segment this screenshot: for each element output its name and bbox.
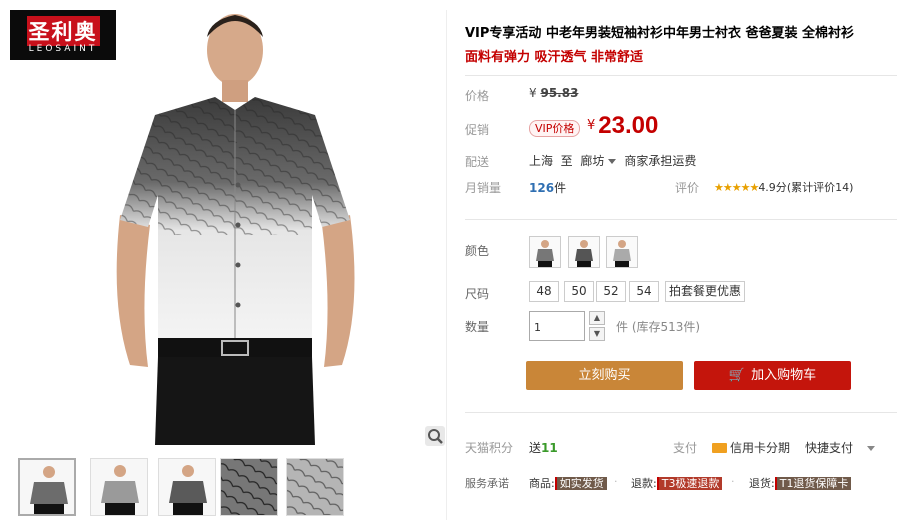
quantity-input[interactable]: 1 (529, 311, 585, 341)
service-tag[interactable]: T3极速退款 (656, 477, 723, 490)
payment-label: 支付 (673, 441, 698, 455)
thumbnail-image (30, 466, 68, 514)
sale-price: ¥23.00 (587, 112, 658, 140)
color-swatch-image (575, 240, 593, 267)
magnifier-icon (428, 429, 443, 444)
buy-now-button[interactable]: 立刻购买 (526, 361, 683, 390)
thumbnail-4[interactable] (220, 458, 278, 516)
sales-count: 126 (529, 181, 555, 195)
monthly-sales-label: 月销量 (465, 181, 502, 195)
original-price: ¥ 95.83 (529, 86, 578, 100)
main-product-image[interactable] (100, 5, 370, 445)
fabric-detail-image (287, 459, 343, 515)
service-tag[interactable]: T1退货保障卡 (774, 477, 852, 490)
service-item-3: 退货: T1退货保障卡 (749, 475, 852, 491)
thumbnail-1[interactable] (18, 458, 76, 516)
color-option-2[interactable] (568, 236, 600, 268)
original-price-value: 95.83 (540, 86, 579, 100)
product-subtitle: 面料有弹力 吸汗透气 非常舒适 (465, 50, 644, 65)
brand-name-cn: 圣利奥 (26, 16, 100, 46)
shipping-fee-note: 商家承担运费 (624, 154, 697, 168)
cart-icon: 🛒 (728, 368, 746, 383)
divider (465, 75, 897, 76)
service-label: 服务承诺 (465, 477, 509, 490)
bundle-discount-option[interactable]: 拍套餐更优惠 (665, 281, 745, 302)
tmall-points: 送11 (529, 439, 558, 456)
thumbnail-3[interactable] (158, 458, 216, 516)
add-to-cart-label: 加入购物车 (751, 368, 817, 383)
shipping-info: 上海 至 廊坊 商家承担运费 (529, 152, 696, 169)
separator: · (614, 475, 618, 488)
product-detail-panel: VIP专享活动 中老年男装短袖衬衫中年男士衬衣 爸爸夏装 全棉衬衫 面料有弹力 … (465, 0, 900, 525)
rating[interactable]: ★★★★★4.9分(累计评价14) (714, 179, 853, 195)
divider (465, 412, 897, 413)
service-prefix: 退款: (631, 477, 657, 490)
color-option-1[interactable] (529, 236, 561, 268)
chevron-down-icon (867, 446, 876, 451)
thumbnail-5[interactable] (286, 458, 344, 516)
points-prefix: 送 (529, 441, 542, 455)
color-swatch-image (536, 240, 554, 267)
selected-arrow-icon (42, 458, 54, 459)
currency-symbol: ¥ (529, 86, 537, 100)
star-rating-icon: ★★★★★ (714, 181, 759, 194)
product-gallery: 圣利奥 LEOSAINT (0, 0, 450, 525)
add-to-cart-button[interactable]: 🛒 加入购物车 (694, 361, 851, 390)
vip-price-badge: VIP价格 (529, 120, 581, 137)
rating-label: 评价 (675, 181, 700, 195)
stock-info: 件 (库存513件) (616, 320, 701, 334)
quantity-decrease-button[interactable]: ▼ (589, 327, 605, 341)
thumbnail-image (101, 465, 139, 515)
color-label: 颜色 (465, 244, 490, 258)
service-prefix: 商品: (529, 477, 555, 490)
points-value: 11 (541, 441, 558, 455)
size-option-50[interactable]: 50 (564, 281, 594, 302)
credit-card-icon (712, 443, 727, 453)
review-count-link[interactable]: (累计评价14) (787, 181, 854, 194)
fabric-detail-image (221, 459, 277, 515)
tmall-points-label: 天猫积分 (465, 441, 514, 455)
credit-installment[interactable]: 信用卡分期 (712, 439, 790, 456)
product-title: VIP专享活动 中老年男装短袖衬衫中年男士衬衣 爸爸夏装 全棉衬衫 (465, 26, 855, 41)
separator: · (731, 475, 735, 488)
color-swatch-image (613, 240, 631, 267)
service-item-1: 商品: 如实发货 (529, 475, 607, 491)
panel-divider (446, 10, 447, 520)
size-label: 尺码 (465, 287, 490, 301)
chevron-down-icon[interactable] (608, 159, 617, 164)
shipping-label: 配送 (465, 155, 490, 169)
service-prefix: 退货: (749, 477, 775, 490)
quantity-label: 数量 (465, 320, 490, 334)
size-option-54[interactable]: 54 (629, 281, 659, 302)
service-item-2: 退款: T3极速退款 (631, 475, 723, 491)
color-option-3[interactable] (606, 236, 638, 268)
sale-price-value: 23.00 (598, 112, 659, 139)
size-option-48[interactable]: 48 (529, 281, 559, 302)
service-tag[interactable]: 如实发货 (554, 477, 607, 490)
ship-to-selector[interactable]: 廊坊 (580, 154, 604, 168)
quantity-increase-button[interactable]: ▲ (589, 311, 605, 325)
zoom-button[interactable] (425, 426, 445, 446)
size-option-52[interactable]: 52 (596, 281, 626, 302)
price-label: 价格 (465, 89, 490, 103)
quick-payment-label: 快捷支付 (805, 441, 854, 455)
thumbnail-image (169, 465, 207, 515)
ship-to-word: 至 (560, 154, 573, 168)
ship-from: 上海 (529, 154, 554, 168)
credit-installment-label: 信用卡分期 (730, 441, 791, 455)
divider (465, 219, 897, 220)
monthly-sales: 126件 (529, 179, 566, 196)
quick-payment-dropdown[interactable]: 快捷支付 (805, 439, 876, 456)
promo-label: 促销 (465, 123, 490, 137)
currency-symbol: ¥ (587, 118, 596, 133)
thumbnail-2[interactable] (90, 458, 148, 516)
rating-score: 4.9分 (758, 181, 787, 194)
sales-unit: 件 (554, 181, 567, 195)
